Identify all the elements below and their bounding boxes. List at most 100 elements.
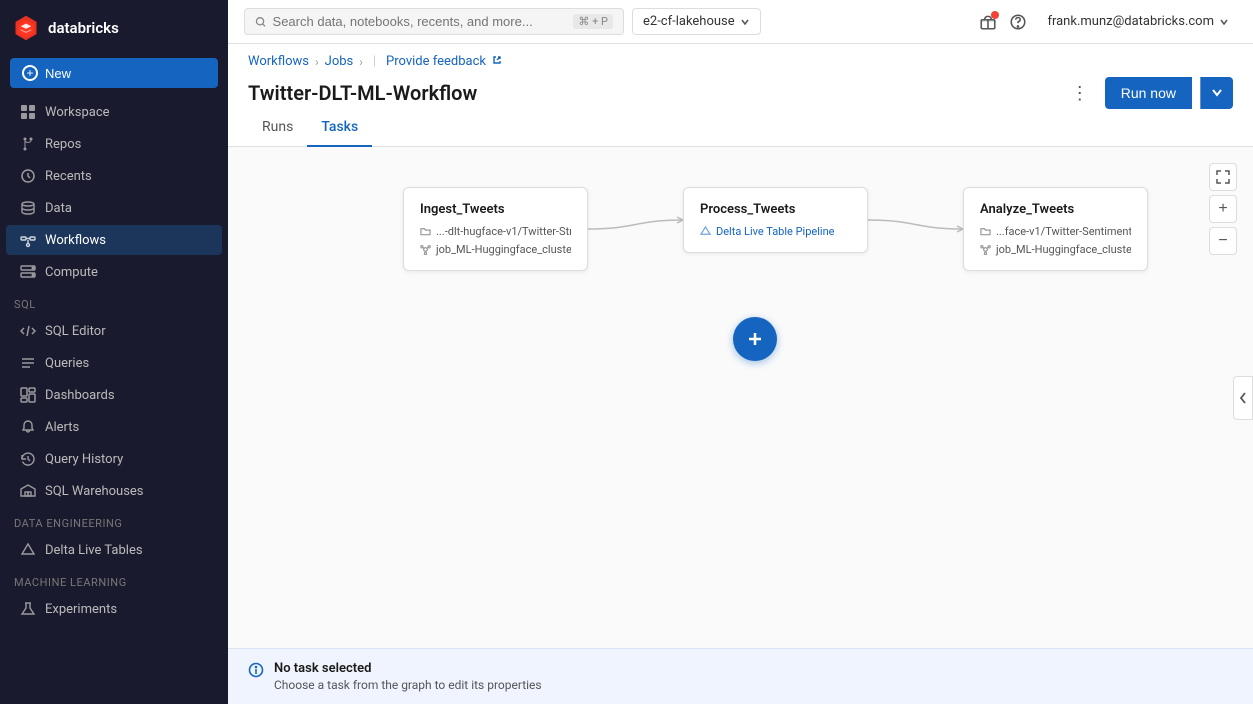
task-card-process[interactable]: Process_Tweets Delta Live Table Pipeline (683, 187, 868, 253)
breadcrumb-sep-1: › (315, 55, 319, 69)
gift-notification-dot (991, 11, 999, 19)
workflow-canvas[interactable]: Ingest_Tweets ...-dlt-hugface-v1/Twitter… (228, 147, 1253, 648)
info-description: Choose a task from the graph to edit its… (274, 678, 542, 692)
search-input[interactable] (273, 14, 568, 29)
process-dlt[interactable]: Delta Live Table Pipeline (716, 225, 834, 238)
cluster-icon-1 (420, 244, 431, 255)
process-title: Process_Tweets (700, 202, 851, 217)
gift-button[interactable] (979, 13, 997, 31)
warehouse-icon (20, 483, 36, 499)
list-icon (20, 355, 36, 371)
external-link-icon (492, 55, 502, 65)
data-label: Data (45, 201, 72, 216)
chevron-left-icon (1238, 391, 1248, 405)
flask-icon (20, 601, 36, 617)
sidebar-item-workspace[interactable]: Workspace (6, 97, 222, 127)
clock-icon (20, 168, 36, 184)
tabs-bar: Runs Tasks (228, 109, 1253, 147)
sidebar-item-sql-editor[interactable]: SQL Editor (6, 316, 222, 346)
new-label: New (45, 66, 71, 81)
topbar-icons: frank.munz@databricks.com (979, 10, 1237, 33)
workspace-selector[interactable]: e2-cf-lakehouse (632, 8, 761, 35)
logo-area: databricks (0, 0, 228, 56)
analyze-title: Analyze_Tweets (980, 202, 1131, 217)
sidebar-item-sql-warehouses[interactable]: SQL Warehouses (6, 476, 222, 506)
data-engineering-section-label: Data Engineering (0, 507, 228, 534)
zoom-out-button[interactable]: − (1209, 227, 1237, 255)
breadcrumb-jobs[interactable]: Jobs (325, 54, 354, 69)
analyze-cluster-row: job_ML-Huggingface_cluster (980, 243, 1131, 256)
sidebar-item-dashboards[interactable]: Dashboards (6, 380, 222, 410)
expand-icon (1216, 170, 1230, 184)
sidebar: databricks + New Workspace Repos Recents… (0, 0, 228, 704)
code-icon (20, 323, 36, 339)
sidebar-item-workflows[interactable]: Workflows (6, 225, 222, 255)
analyze-path-row: ...face-v1/Twitter-SentimentAnalysis (980, 225, 1131, 238)
username: frank.munz@databricks.com (1047, 14, 1214, 29)
sidebar-item-compute[interactable]: Compute (6, 257, 222, 287)
workflows-label: Workflows (45, 233, 106, 248)
info-bar: No task selected Choose a task from the … (228, 648, 1253, 704)
feedback-text: Provide feedback (386, 54, 486, 69)
ingest-cluster: job_ML-Huggingface_cluster (436, 243, 571, 256)
analyze-cluster: job_ML-Huggingface_cluster (996, 243, 1131, 256)
zoom-in-icon: + (1218, 200, 1227, 218)
bell-icon (20, 419, 36, 435)
search-icon (255, 15, 267, 29)
breadcrumb-feedback[interactable]: Provide feedback (386, 54, 502, 69)
sidebar-item-recents[interactable]: Recents (6, 161, 222, 191)
queries-label: Queries (45, 356, 89, 371)
ingest-title: Ingest_Tweets (420, 202, 571, 217)
new-plus-icon: + (22, 65, 38, 81)
help-icon (1009, 13, 1027, 31)
query-history-label: Query History (45, 452, 123, 467)
task-card-analyze[interactable]: Analyze_Tweets ...face-v1/Twitter-Sentim… (963, 187, 1148, 271)
add-task-button[interactable] (733, 317, 777, 361)
analyze-path: ...face-v1/Twitter-SentimentAnalysis (996, 225, 1131, 238)
collapse-panel-button[interactable] (1233, 376, 1253, 420)
fullscreen-button[interactable] (1209, 163, 1237, 191)
info-icon (248, 662, 264, 678)
chart-icon (20, 387, 36, 403)
zoom-controls: + − (1209, 163, 1237, 255)
help-button[interactable] (1009, 13, 1027, 31)
page-title-actions: ⋮ Run now (1063, 77, 1233, 109)
breadcrumb: Workflows › Jobs › | Provide feedback (248, 54, 1233, 69)
ingest-path: ...-dlt-hugface-v1/Twitter-Stream-S3 (436, 225, 571, 238)
breadcrumb-pipe: | (373, 54, 376, 69)
zoom-in-button[interactable]: + (1209, 195, 1237, 223)
info-bar-content: No task selected Choose a task from the … (274, 661, 542, 692)
recents-label: Recents (45, 169, 92, 184)
breadcrumb-workflows[interactable]: Workflows (248, 54, 309, 69)
dashboards-label: Dashboards (45, 388, 115, 403)
chevron-down-icon-2 (1211, 86, 1223, 98)
history-icon (20, 451, 36, 467)
dlt-icon (700, 226, 711, 237)
run-now-dropdown-button[interactable] (1200, 77, 1233, 109)
breadcrumb-sep-2: › (359, 55, 363, 69)
sql-editor-label: SQL Editor (45, 324, 106, 339)
machine-learning-section-label: Machine Learning (0, 566, 228, 593)
sidebar-item-delta-live-tables[interactable]: Delta Live Tables (6, 535, 222, 565)
tab-runs[interactable]: Runs (248, 109, 307, 147)
sidebar-item-alerts[interactable]: Alerts (6, 412, 222, 442)
sidebar-item-data[interactable]: Data (6, 193, 222, 223)
sidebar-item-query-history[interactable]: Query History (6, 444, 222, 474)
info-title: No task selected (274, 661, 542, 676)
tab-tasks[interactable]: Tasks (307, 109, 372, 147)
more-options-button[interactable]: ⋮ (1063, 79, 1097, 108)
run-now-button[interactable]: Run now (1105, 77, 1192, 109)
server-icon (20, 264, 36, 280)
new-button[interactable]: + New (10, 58, 218, 88)
user-area[interactable]: frank.munz@databricks.com (1039, 10, 1237, 33)
alerts-label: Alerts (45, 420, 79, 435)
sql-warehouses-label: SQL Warehouses (45, 484, 144, 499)
ingest-path-row: ...-dlt-hugface-v1/Twitter-Stream-S3 (420, 225, 571, 238)
task-card-ingest[interactable]: Ingest_Tweets ...-dlt-hugface-v1/Twitter… (403, 187, 588, 271)
sidebar-item-repos[interactable]: Repos (6, 129, 222, 159)
folder-icon-2 (980, 226, 991, 237)
workspace-name: e2-cf-lakehouse (643, 14, 735, 29)
sidebar-item-queries[interactable]: Queries (6, 348, 222, 378)
search-box[interactable]: ⌘ + P (244, 8, 624, 35)
sidebar-item-experiments[interactable]: Experiments (6, 594, 222, 624)
